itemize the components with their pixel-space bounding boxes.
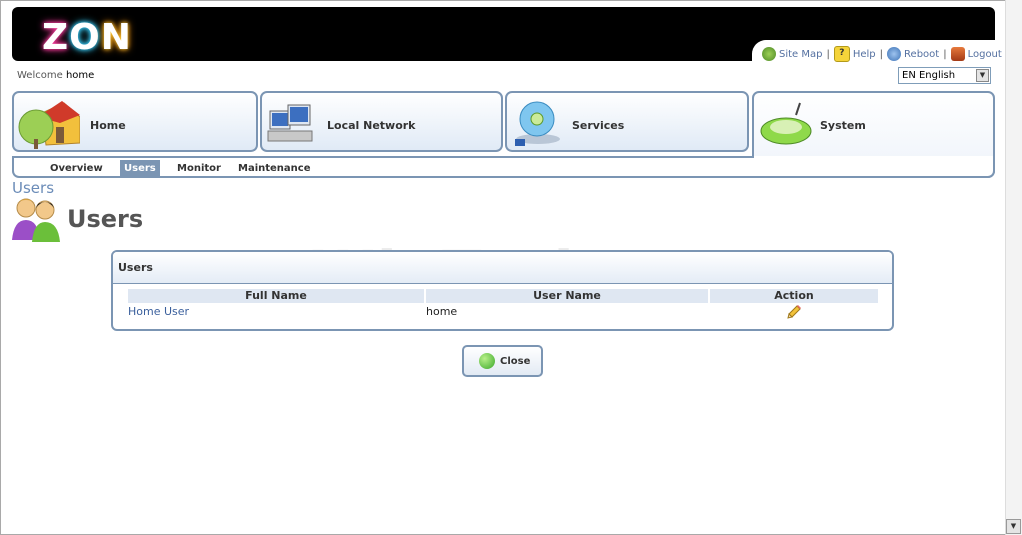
tab-services[interactable]: Services xyxy=(505,91,749,152)
top-links: Site Map | ? Help | Reboot | Logout xyxy=(762,45,1002,63)
subnav-monitor[interactable]: Monitor xyxy=(177,160,221,176)
tab-services-label: Services xyxy=(572,119,625,132)
subnav-maintenance[interactable]: Maintenance xyxy=(238,160,311,176)
scroll-down-arrow-icon[interactable]: ▼ xyxy=(1006,519,1021,534)
language-value: EN English xyxy=(902,70,956,81)
users-icon xyxy=(12,198,60,242)
services-disc-icon xyxy=(515,101,560,146)
help-link[interactable]: Help xyxy=(853,49,876,60)
language-select[interactable]: EN English ▼ xyxy=(898,67,991,84)
cell-user-name: home xyxy=(426,305,458,318)
subnav-users[interactable]: Users xyxy=(120,160,160,176)
close-button-label: Close xyxy=(500,356,531,367)
separator: | xyxy=(943,48,947,60)
users-panel-header: Users xyxy=(113,252,892,284)
close-button[interactable]: Close xyxy=(462,345,543,377)
subnav-divider xyxy=(12,156,754,158)
subnav-overview[interactable]: Overview xyxy=(50,160,103,176)
home-icon xyxy=(18,101,80,149)
reboot-icon[interactable] xyxy=(887,47,902,61)
close-icon xyxy=(479,353,495,369)
logout-link[interactable]: Logout xyxy=(968,49,1002,60)
zon-logo[interactable]: ZON xyxy=(42,17,132,58)
separator: | xyxy=(879,48,884,60)
chevron-down-icon[interactable]: ▼ xyxy=(976,69,989,82)
column-header-user-name: User Name xyxy=(426,289,708,303)
router-icon xyxy=(760,102,812,145)
users-panel: Users Full Name User Name Action Home Us… xyxy=(111,250,894,331)
vertical-scrollbar[interactable] xyxy=(1005,0,1022,535)
welcome-prefix: Welcome xyxy=(17,70,63,81)
logout-icon[interactable] xyxy=(950,47,965,61)
column-header-action: Action xyxy=(710,289,878,303)
tab-local-network[interactable]: Local Network xyxy=(260,91,503,152)
tab-home-label: Home xyxy=(90,119,126,132)
tab-home[interactable]: Home xyxy=(12,91,258,152)
column-header-full-name: Full Name xyxy=(128,289,424,303)
site-map-icon[interactable] xyxy=(762,47,776,61)
tab-system-label: System xyxy=(820,119,866,132)
computers-icon xyxy=(267,104,313,142)
help-icon[interactable]: ? xyxy=(833,46,850,62)
users-panel-title: Users xyxy=(118,261,153,274)
breadcrumb: Users xyxy=(12,179,55,197)
separator: | xyxy=(826,48,830,60)
welcome-text: Welcome home xyxy=(17,70,94,81)
reboot-link[interactable]: Reboot xyxy=(904,49,939,60)
page-title: Users xyxy=(67,205,144,233)
edit-pencil-icon[interactable] xyxy=(786,304,802,320)
tab-local-network-label: Local Network xyxy=(327,119,416,132)
welcome-username: home xyxy=(65,70,95,81)
cell-full-name[interactable]: Home User xyxy=(128,305,189,318)
site-map-link[interactable]: Site Map xyxy=(779,49,822,60)
